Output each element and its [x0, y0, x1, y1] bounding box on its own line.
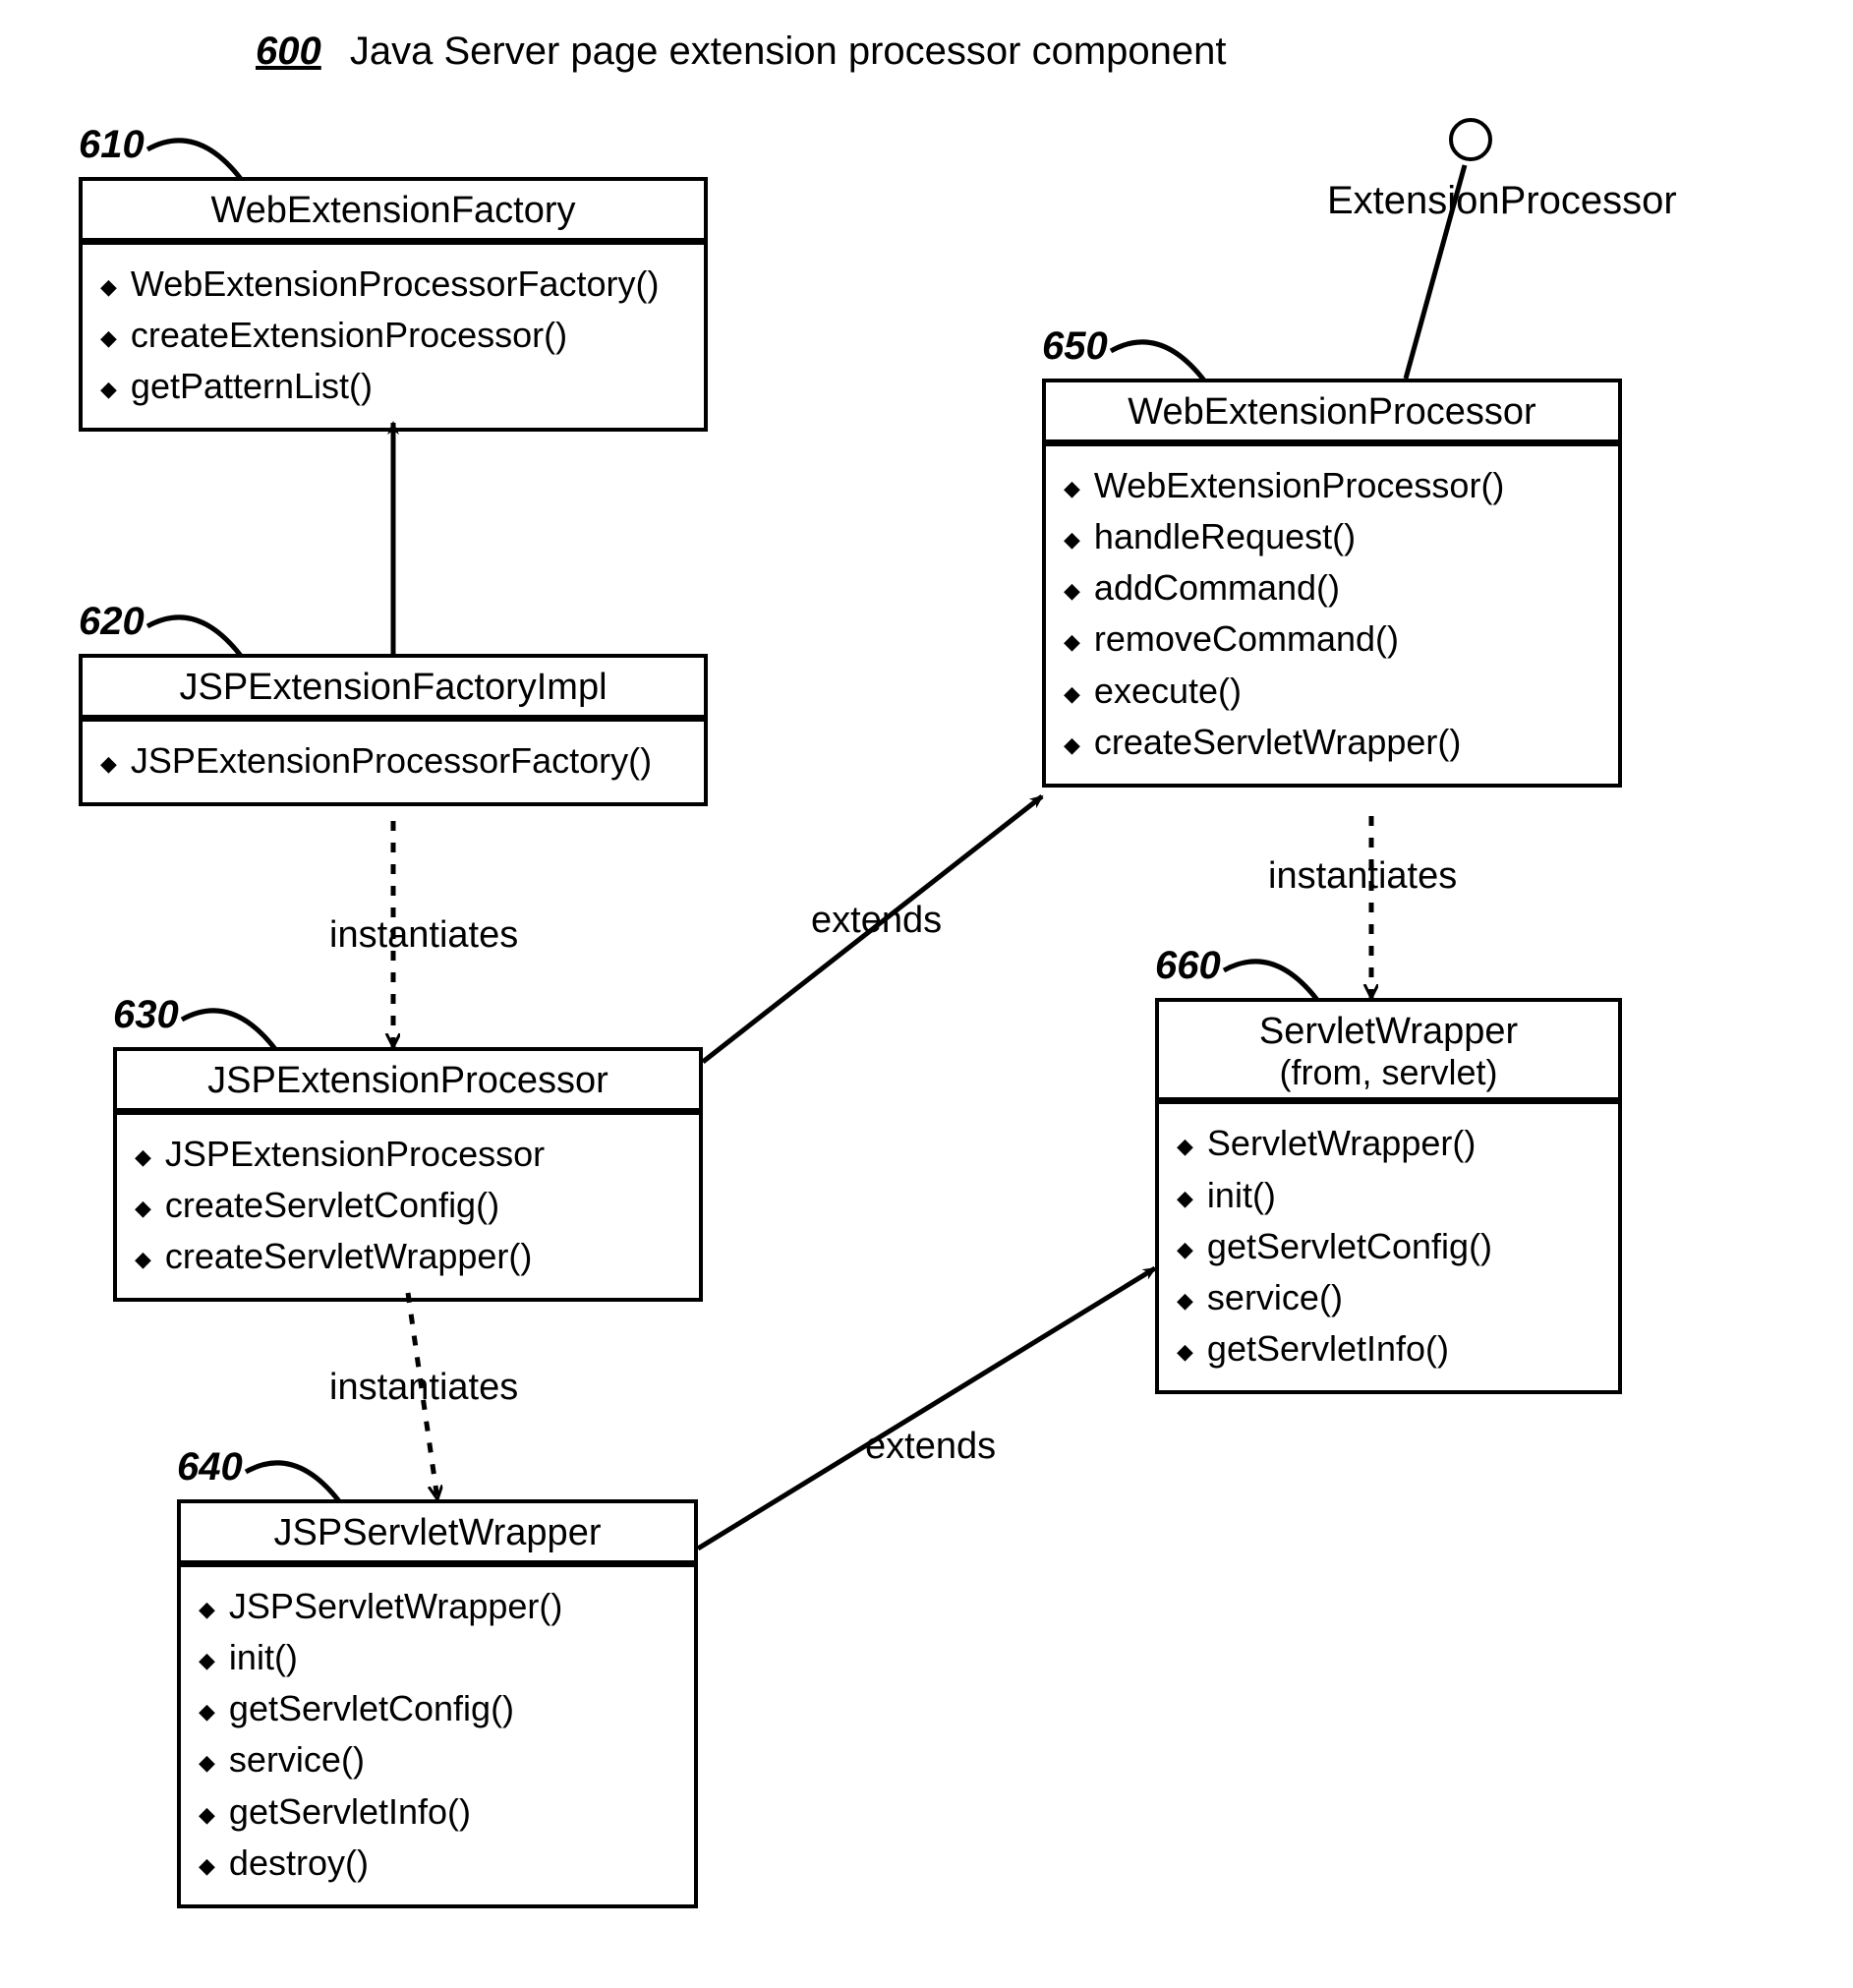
- class-servlet-wrapper: ServletWrapper (from, servlet) ServletWr…: [1155, 998, 1622, 1394]
- ref-660: 660: [1155, 944, 1221, 988]
- method-item: createServletWrapper(): [135, 1231, 685, 1282]
- class-web-extension-processor: WebExtensionProcessor WebExtensionProces…: [1042, 379, 1622, 788]
- method-item: getServletInfo(): [1177, 1323, 1604, 1374]
- class-name: JSPExtensionProcessor: [117, 1051, 699, 1112]
- diagram-title: 600 Java Server page extension processor…: [256, 29, 1227, 74]
- method-item: ServletWrapper(): [1177, 1118, 1604, 1169]
- class-name-main: ServletWrapper: [1259, 1011, 1518, 1052]
- class-body: WebExtensionProcessorFactory() createExt…: [83, 245, 704, 429]
- method-item: handleRequest(): [1064, 511, 1604, 562]
- method-item: getServletInfo(): [199, 1786, 680, 1838]
- method-item: createExtensionProcessor(): [100, 310, 690, 361]
- class-body: JSPExtensionProcessor createServletConfi…: [117, 1115, 699, 1299]
- edge-label-instantiates: instantiates: [329, 1367, 518, 1409]
- class-name-sub: (from, servlet): [1165, 1053, 1612, 1092]
- method-item: init(): [199, 1632, 680, 1683]
- method-item: getPatternList(): [100, 361, 690, 412]
- edge-label-extends: extends: [865, 1426, 996, 1468]
- class-body: JSPServletWrapper() init() getServletCon…: [181, 1567, 694, 1904]
- method-item: removeCommand(): [1064, 614, 1604, 665]
- method-item: createServletConfig(): [135, 1180, 685, 1231]
- class-name: ServletWrapper (from, servlet): [1159, 1002, 1618, 1101]
- method-item: init(): [1177, 1170, 1604, 1221]
- diagram-canvas: 600 Java Server page extension processor…: [0, 0, 1853, 1988]
- ref-650: 650: [1042, 324, 1108, 369]
- method-item: createServletWrapper(): [1064, 717, 1604, 768]
- interface-circle-icon: [1449, 118, 1492, 161]
- method-item: JSPServletWrapper(): [199, 1581, 680, 1632]
- interface-label: ExtensionProcessor: [1327, 179, 1677, 223]
- diagram-title-text: Java Server page extension processor com…: [350, 29, 1227, 73]
- class-body: JSPExtensionProcessorFactory(): [83, 722, 704, 802]
- edge-label-instantiates: instantiates: [329, 914, 518, 957]
- edge-label-extends: extends: [811, 900, 942, 942]
- class-name: JSPExtensionFactoryImpl: [83, 658, 704, 719]
- method-item: JSPExtensionProcessor: [135, 1129, 685, 1180]
- method-item: addCommand(): [1064, 562, 1604, 614]
- ref-610: 610: [79, 123, 145, 167]
- diagram-number: 600: [256, 29, 321, 73]
- class-name: JSPServletWrapper: [181, 1503, 694, 1564]
- ref-630: 630: [113, 993, 179, 1037]
- method-item: service(): [1177, 1272, 1604, 1323]
- method-item: getServletConfig(): [199, 1683, 680, 1734]
- method-item: WebExtensionProcessor(): [1064, 460, 1604, 511]
- ref-640: 640: [177, 1445, 243, 1490]
- class-jsp-extension-processor: JSPExtensionProcessor JSPExtensionProces…: [113, 1047, 703, 1302]
- class-name: WebExtensionFactory: [83, 181, 704, 242]
- class-web-extension-factory: WebExtensionFactory WebExtensionProcesso…: [79, 177, 708, 432]
- method-item: service(): [199, 1734, 680, 1785]
- method-item: JSPExtensionProcessorFactory(): [100, 735, 690, 787]
- ref-620: 620: [79, 600, 145, 644]
- method-item: WebExtensionProcessorFactory(): [100, 259, 690, 310]
- class-jsp-extension-factory-impl: JSPExtensionFactoryImpl JSPExtensionProc…: [79, 654, 708, 806]
- class-name: WebExtensionProcessor: [1046, 382, 1618, 443]
- method-item: execute(): [1064, 666, 1604, 717]
- edge-label-instantiates: instantiates: [1268, 855, 1457, 898]
- method-item: destroy(): [199, 1838, 680, 1889]
- class-jsp-servlet-wrapper: JSPServletWrapper JSPServletWrapper() in…: [177, 1499, 698, 1908]
- method-item: getServletConfig(): [1177, 1221, 1604, 1272]
- class-body: WebExtensionProcessor() handleRequest() …: [1046, 446, 1618, 784]
- class-body: ServletWrapper() init() getServletConfig…: [1159, 1104, 1618, 1390]
